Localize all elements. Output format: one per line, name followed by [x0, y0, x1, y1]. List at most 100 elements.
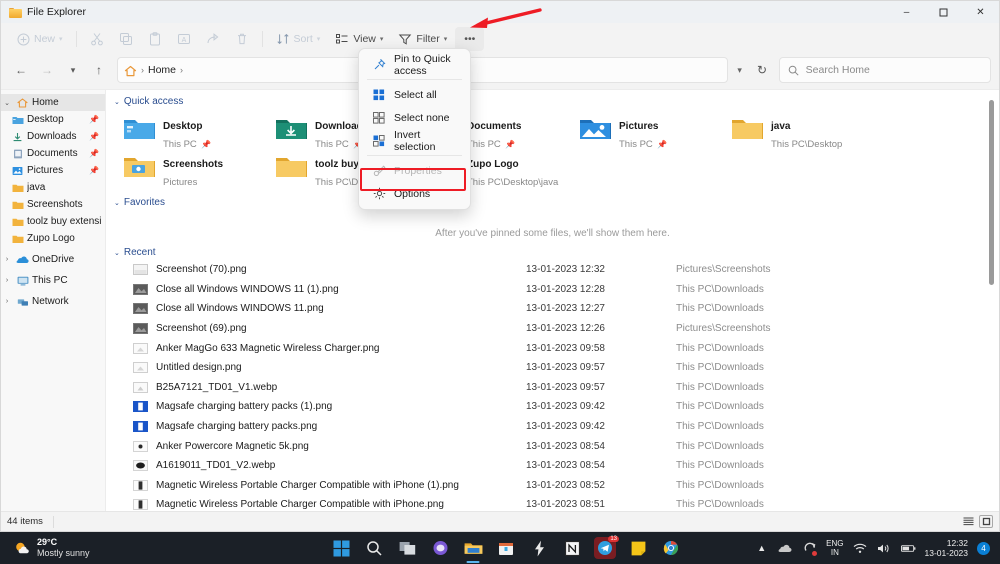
- telegram-button[interactable]: 13: [594, 536, 619, 559]
- battery-icon[interactable]: [900, 541, 916, 556]
- scrollbar-thumb[interactable]: [989, 100, 994, 285]
- sidebar-item-toolz-buy-extension[interactable]: toolz buy extension: [1, 213, 105, 230]
- quick-access-item[interactable]: java This PC\Desktop: [726, 113, 878, 151]
- downloads-folder-icon: [274, 115, 307, 142]
- sidebar-item-downloads[interactable]: Downloads 📌: [1, 128, 105, 145]
- sort-button[interactable]: Sort ▾: [269, 27, 328, 51]
- image-thumb-blue-icon: [132, 400, 148, 413]
- list-item[interactable]: Screenshot (70).png 13-01-2023 12:32 Pic…: [118, 260, 999, 280]
- wifi-icon[interactable]: [853, 541, 868, 556]
- sidebar-item-network[interactable]: › Network: [1, 293, 105, 310]
- search-input[interactable]: [805, 64, 983, 76]
- refresh-button[interactable]: ↻: [751, 63, 773, 77]
- menu-item-select-all[interactable]: Select all: [362, 83, 467, 106]
- list-item[interactable]: Untitled design.png 13-01-2023 09:57 Thi…: [118, 358, 999, 378]
- maximize-button[interactable]: [925, 1, 962, 23]
- search-button[interactable]: [363, 537, 385, 559]
- sticky-notes-button[interactable]: [627, 537, 649, 559]
- quick-access-item[interactable]: Desktop This PC 📌: [118, 113, 270, 151]
- list-item[interactable]: A1619011_TD01_V2.webp 13-01-2023 08:54 T…: [118, 456, 999, 476]
- sidebar-item-screenshots[interactable]: Screenshots: [1, 196, 105, 213]
- minimize-button[interactable]: –: [888, 1, 925, 23]
- list-item[interactable]: Magnetic Wireless Portable Charger Compa…: [118, 476, 999, 496]
- weather-widget[interactable]: 29°C Mostly sunny: [0, 537, 330, 559]
- quick-access-header[interactable]: ⌄ Quick access: [106, 90, 999, 109]
- cut-button[interactable]: [83, 27, 111, 51]
- clock[interactable]: 12:32 13-01-2023: [925, 538, 968, 558]
- microsoft-store-button[interactable]: [495, 537, 517, 559]
- menu-item-label: Properties: [394, 164, 442, 177]
- up-button[interactable]: ↑: [87, 58, 111, 82]
- volume-icon[interactable]: [877, 541, 892, 556]
- list-item[interactable]: Close all Windows WINDOWS 11 (1).png 13-…: [118, 280, 999, 300]
- forward-button[interactable]: →: [35, 58, 59, 82]
- chevron-down-icon[interactable]: ⌄: [114, 199, 120, 207]
- folder-icon: [11, 234, 24, 244]
- list-view-icon[interactable]: [961, 515, 975, 528]
- recent-locations-button[interactable]: ▾: [61, 58, 85, 82]
- sidebar-item-home[interactable]: ⌄ Home: [1, 94, 105, 111]
- chevron-right-icon[interactable]: ›: [1, 277, 13, 284]
- chevron-down-icon[interactable]: ⌄: [114, 98, 120, 106]
- breadcrumb-home[interactable]: Home: [148, 64, 176, 76]
- menu-item-select-none[interactable]: Select none: [362, 106, 467, 129]
- rename-button[interactable]: A: [170, 27, 198, 51]
- recent-header[interactable]: ⌄ Recent: [106, 245, 999, 260]
- sidebar-item-desktop[interactable]: Desktop 📌: [1, 111, 105, 128]
- address-dropdown-button[interactable]: ▾: [730, 65, 749, 76]
- search-box[interactable]: [779, 57, 991, 83]
- chrome-button[interactable]: [660, 537, 682, 559]
- task-view-button[interactable]: [396, 537, 418, 559]
- new-button[interactable]: New ▾: [9, 27, 70, 51]
- onedrive-tray-icon[interactable]: [778, 541, 793, 556]
- menu-item-options[interactable]: Options: [362, 182, 467, 205]
- item-sub: This PC\Desktop: [771, 139, 843, 150]
- update-needed-icon[interactable]: [802, 541, 818, 556]
- sidebar-item-onedrive[interactable]: › OneDrive: [1, 251, 105, 268]
- list-item[interactable]: Magnetic Wireless Portable Charger Compa…: [118, 495, 999, 511]
- list-item[interactable]: Anker Powercore Magnetic 5k.png 13-01-20…: [118, 436, 999, 456]
- favorites-header[interactable]: ⌄ Favorites: [106, 189, 999, 210]
- list-item[interactable]: Magsafe charging battery packs.png 13-01…: [118, 417, 999, 437]
- sidebar-item-pictures[interactable]: Pictures 📌: [1, 162, 105, 179]
- chat-button[interactable]: [429, 537, 451, 559]
- chevron-up-icon[interactable]: ▲: [754, 541, 769, 556]
- list-item[interactable]: Screenshot (69).png 13-01-2023 12:26 Pic…: [118, 319, 999, 339]
- list-item[interactable]: Anker MagGo 633 Magnetic Wireless Charge…: [118, 338, 999, 358]
- chevron-down-icon[interactable]: ⌄: [1, 99, 13, 107]
- share-button[interactable]: [199, 27, 227, 51]
- network-icon: [16, 297, 29, 307]
- file-date: 13-01-2023 08:52: [526, 479, 605, 491]
- sidebar-item-documents[interactable]: Documents 📌: [1, 145, 105, 162]
- menu-item-invert-selection[interactable]: Invert selection: [362, 129, 467, 153]
- start-button[interactable]: [330, 537, 352, 559]
- chevron-right-icon[interactable]: ›: [1, 256, 13, 263]
- lightning-app-button[interactable]: [528, 537, 550, 559]
- quick-access-item[interactable]: Screenshots Pictures: [118, 151, 270, 189]
- file-explorer-button[interactable]: [462, 537, 484, 559]
- menu-item-pin-to-quick-access[interactable]: Pin to Quick access: [362, 53, 467, 77]
- sidebar-item-java[interactable]: java: [1, 179, 105, 196]
- list-item[interactable]: B25A7121_TD01_V1.webp 13-01-2023 09:57 T…: [118, 378, 999, 398]
- chevron-down-icon[interactable]: ⌄: [114, 249, 120, 257]
- list-item[interactable]: Close all Windows WINDOWS 11.png 13-01-2…: [118, 299, 999, 319]
- sidebar-item-this-pc[interactable]: › This PC: [1, 272, 105, 289]
- file-date: 13-01-2023 12:27: [526, 303, 605, 315]
- more-options-context-menu: Pin to Quick access Select all Select no…: [358, 48, 471, 210]
- paste-button[interactable]: [141, 27, 169, 51]
- list-item[interactable]: Magsafe charging battery packs (1).png 1…: [118, 397, 999, 417]
- quick-access-item[interactable]: Pictures This PC 📌: [574, 113, 726, 151]
- details-view-icon[interactable]: [979, 515, 993, 528]
- back-button[interactable]: ←: [9, 58, 33, 82]
- sidebar-item-zupo-logo[interactable]: Zupo Logo: [1, 230, 105, 247]
- close-button[interactable]: ✕: [962, 1, 999, 23]
- notion-button[interactable]: [561, 537, 583, 559]
- pin-icon: 📌: [505, 140, 516, 149]
- copy-button[interactable]: [112, 27, 140, 51]
- vertical-scrollbar[interactable]: [986, 94, 997, 507]
- delete-button[interactable]: [228, 27, 256, 51]
- language-indicator[interactable]: ENG IN: [826, 539, 843, 557]
- notification-badge[interactable]: 4: [977, 541, 990, 555]
- chevron-right-icon[interactable]: ›: [1, 298, 13, 305]
- file-name: Anker Powercore Magnetic 5k.png: [156, 440, 309, 452]
